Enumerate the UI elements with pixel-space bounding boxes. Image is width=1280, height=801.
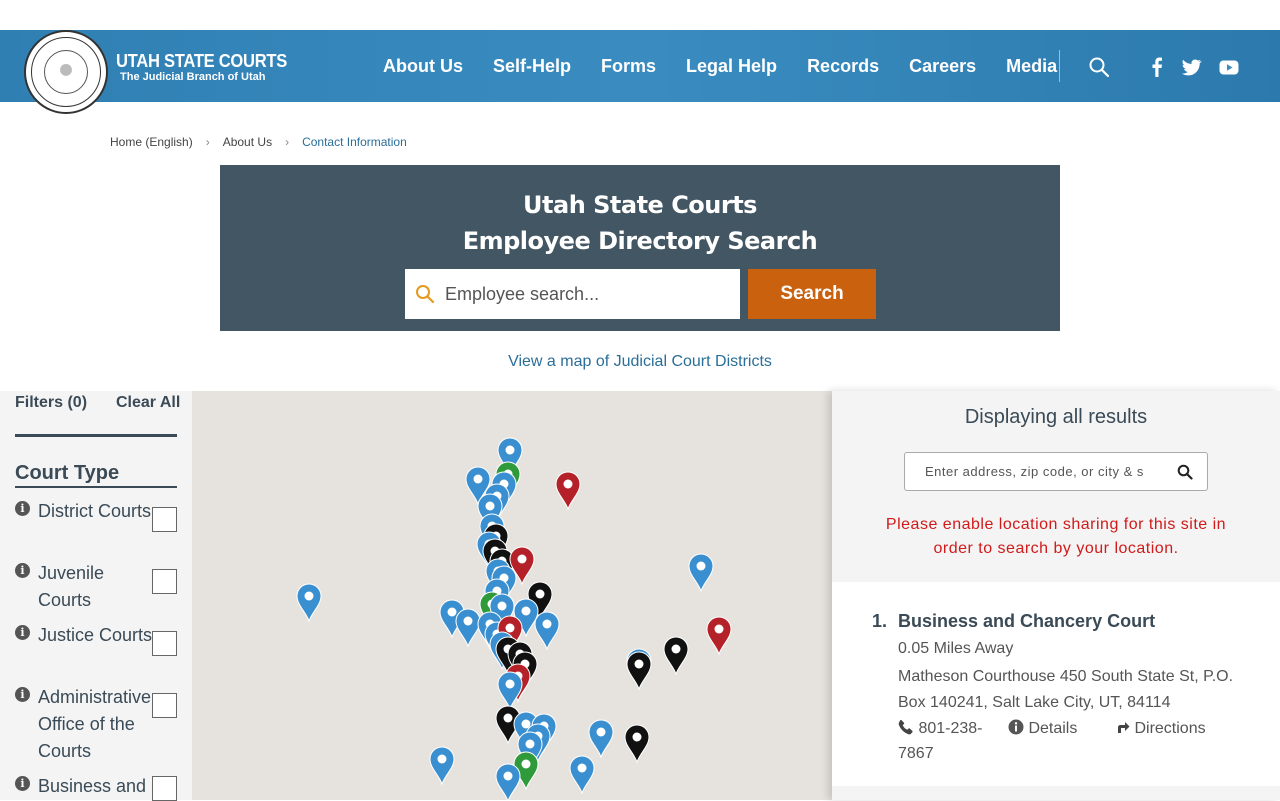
twitter-icon[interactable] — [1180, 56, 1202, 78]
info-icon[interactable]: i — [15, 776, 30, 791]
result-details-link[interactable]: Details — [1008, 716, 1077, 741]
breadcrumb: Home (English) › About Us › Contact Info… — [110, 135, 407, 149]
map-marker-icon[interactable] — [555, 471, 581, 511]
map-marker-icon[interactable] — [455, 608, 481, 648]
youtube-icon[interactable] — [1218, 56, 1240, 78]
utah-courts-seal-logo[interactable] — [24, 30, 108, 114]
search-icon — [416, 285, 435, 304]
map-marker-icon[interactable] — [626, 651, 652, 691]
directory-title-line2: Employee Directory Search — [462, 227, 818, 255]
results-title: Displaying all results — [964, 406, 1148, 428]
results-divider — [832, 786, 1280, 800]
filters-sidebar: Filters (0) Clear All Court Type i Distr… — [0, 391, 192, 801]
courts-map[interactable] — [192, 391, 832, 800]
nav-self-help[interactable]: Self-Help — [493, 56, 571, 77]
phone-icon — [898, 719, 913, 735]
map-marker-icon[interactable] — [296, 583, 322, 623]
result-phone[interactable]: 801-238-7867 — [898, 716, 988, 766]
breadcrumb-home[interactable]: Home (English) — [110, 135, 193, 149]
employee-directory-panel: Utah State Courts Employee Directory Sea… — [220, 165, 1060, 331]
facebook-icon[interactable] — [1146, 56, 1168, 78]
map-marker-icon[interactable] — [534, 611, 560, 651]
result-details-label: Details — [1028, 720, 1078, 737]
filter-checkbox[interactable] — [152, 631, 177, 656]
directions-arrow-icon — [1118, 722, 1130, 733]
filters-divider — [15, 434, 177, 437]
directory-title-line1: Utah State Courts — [523, 191, 757, 219]
result-address: Matheson Courthouse 450 South State St, … — [898, 668, 1234, 711]
map-marker-icon[interactable] — [688, 553, 714, 593]
address-search-input[interactable]: Enter address, zip code, or city & s — [904, 452, 1208, 491]
employee-search-placeholder: Employee search... — [445, 284, 600, 304]
map-marker-icon[interactable] — [497, 671, 523, 711]
map-marker-icon[interactable] — [569, 755, 595, 795]
info-icon[interactable]: i — [15, 625, 30, 640]
clear-all-button[interactable]: Clear All — [116, 394, 180, 412]
info-icon — [1008, 719, 1024, 735]
district-map-link[interactable]: View a map of Judicial Court Districts — [0, 353, 1280, 371]
info-icon[interactable]: i — [15, 563, 30, 578]
main-nav: About Us Self-Help Forms Legal Help Reco… — [368, 30, 1072, 102]
search-icon[interactable] — [1088, 56, 1110, 78]
filter-label: Juvenile Courts — [38, 563, 105, 610]
location-warning: Please enable location sharing for this … — [885, 516, 1227, 557]
map-marker-icon[interactable] — [663, 636, 689, 676]
site-header: UTAH STATE COURTS The Judicial Branch of… — [0, 30, 1280, 114]
nav-forms[interactable]: Forms — [601, 56, 656, 77]
filter-label: Administrative Office of the Courts — [38, 687, 152, 761]
nav-records[interactable]: Records — [807, 56, 879, 77]
info-icon[interactable]: i — [15, 501, 30, 516]
results-panel: Displaying all results Enter address, zi… — [832, 391, 1280, 800]
map-marker-icon[interactable] — [624, 724, 650, 764]
result-name[interactable]: Business and Chancery Court — [898, 611, 1155, 632]
court-type-underline — [15, 486, 177, 488]
directory-title: Utah State Courts Employee Directory Sea… — [220, 187, 1060, 259]
breadcrumb-about-us[interactable]: About Us — [223, 135, 272, 149]
result-distance: 0.05 Miles Away — [898, 640, 1014, 657]
filters-heading: Filters (0) — [15, 394, 88, 411]
seal-inner — [44, 50, 88, 94]
nav-careers[interactable]: Careers — [909, 56, 976, 77]
map-marker-icon[interactable] — [429, 746, 455, 786]
filter-checkbox[interactable] — [152, 776, 177, 801]
result-directions-link[interactable]: Directions — [1116, 716, 1206, 741]
top-strip — [0, 0, 1280, 30]
nav-media[interactable]: Media — [1006, 56, 1057, 77]
employee-search-input[interactable]: Employee search... — [405, 269, 740, 319]
filter-label: Justice Courts — [38, 625, 153, 645]
breadcrumb-chevron-icon: › — [285, 135, 290, 149]
info-icon[interactable]: i — [15, 687, 30, 702]
court-type-heading: Court Type — [15, 462, 120, 484]
filter-label: District Courts — [38, 501, 152, 521]
nav-legal-help[interactable]: Legal Help — [686, 56, 777, 77]
nav-divider — [1059, 50, 1060, 82]
filter-checkbox[interactable] — [152, 507, 177, 532]
breadcrumb-contact-information[interactable]: Contact Information — [302, 135, 407, 149]
brand-title[interactable]: UTAH STATE COURTS — [116, 51, 287, 72]
breadcrumb-chevron-icon: › — [205, 135, 210, 149]
map-marker-icon[interactable] — [706, 616, 732, 656]
nav-about-us[interactable]: About Us — [383, 56, 463, 77]
results-search-area: Displaying all results Enter address, zi… — [832, 391, 1280, 582]
result-number: 1. — [872, 611, 888, 631]
map-marker-icon[interactable] — [588, 719, 614, 759]
brand-subtitle[interactable]: The Judicial Branch of Utah — [120, 71, 265, 83]
address-search-placeholder: Enter address, zip code, or city & s — [925, 464, 1144, 479]
filter-checkbox[interactable] — [152, 693, 177, 718]
filter-label: Business and — [38, 776, 147, 796]
result-directions-label: Directions — [1134, 720, 1206, 737]
filter-checkbox[interactable] — [152, 569, 177, 594]
map-marker-icon[interactable] — [495, 763, 521, 800]
search-icon[interactable] — [1177, 464, 1193, 480]
employee-search-button[interactable]: Search — [748, 269, 876, 319]
map-markers-layer — [296, 437, 732, 800]
